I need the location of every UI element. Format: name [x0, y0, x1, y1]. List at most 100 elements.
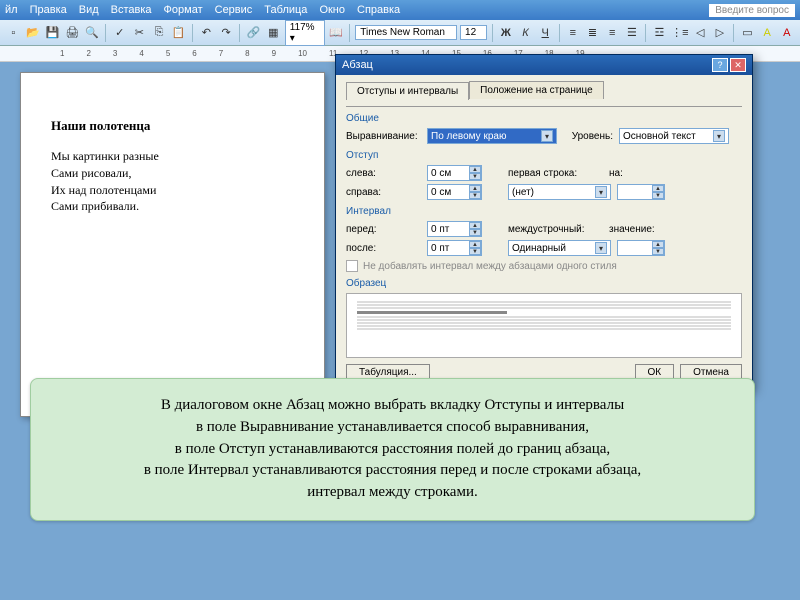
numlist-icon[interactable]: ⋮≡	[671, 24, 689, 42]
border-icon[interactable]: ▭	[739, 24, 756, 42]
value-input[interactable]: ▲▼	[617, 240, 665, 256]
align-left-icon[interactable]: ≡	[564, 24, 581, 42]
align-center-icon[interactable]: ≣	[584, 24, 601, 42]
up-icon[interactable]: ▲	[469, 241, 481, 248]
align-right-icon[interactable]: ≡	[604, 24, 621, 42]
level-label: Уровень:	[563, 131, 613, 142]
preview-box	[346, 293, 742, 358]
indent-left-input[interactable]: 0 см▲▼	[427, 165, 482, 181]
up-icon[interactable]: ▲	[652, 185, 664, 192]
dialog-titlebar[interactable]: Абзац ? ✕	[336, 55, 752, 75]
copy-icon[interactable]: ⎘	[151, 24, 168, 42]
paragraph-dialog: Абзац ? ✕ Отступы и интервалы Положение …	[335, 54, 753, 390]
first-on-input[interactable]: ▲▼	[617, 184, 665, 200]
section-preview: Образец	[346, 278, 742, 289]
dialog-title: Абзац	[342, 59, 373, 71]
down-icon[interactable]: ▼	[469, 229, 481, 236]
menu-help[interactable]: Справка	[357, 4, 400, 16]
new-icon[interactable]: ▫	[5, 24, 22, 42]
menu-service[interactable]: Сервис	[215, 4, 253, 16]
indent-right-input[interactable]: 0 см▲▼	[427, 184, 482, 200]
menu-window[interactable]: Окно	[319, 4, 345, 16]
explanation-callout: В диалоговом окне Абзац можно выбрать вк…	[30, 378, 755, 521]
down-icon[interactable]: ▼	[652, 192, 664, 199]
doc-line: Их над полотенцами	[51, 182, 294, 199]
separator	[349, 24, 350, 42]
on-label: на:	[609, 168, 634, 179]
underline-button[interactable]: Ч	[537, 24, 554, 42]
separator	[239, 24, 240, 42]
preview-icon[interactable]: 🔍	[84, 24, 101, 42]
level-dropdown[interactable]: Основной текст▾	[619, 128, 729, 144]
indent-left-label: слева:	[346, 168, 421, 179]
print-icon[interactable]: 🖨	[64, 24, 81, 42]
section-interval: Интервал	[346, 206, 742, 217]
undo-icon[interactable]: ↶	[198, 24, 215, 42]
down-icon[interactable]: ▼	[469, 173, 481, 180]
menu-insert[interactable]: Вставка	[111, 4, 152, 16]
before-label: перед:	[346, 224, 421, 235]
link-icon[interactable]: 🔗	[245, 24, 262, 42]
font-size-selector[interactable]: 12	[460, 25, 487, 40]
chevron-down-icon: ▾	[595, 242, 607, 254]
spell-icon[interactable]: ✓	[111, 24, 128, 42]
redo-icon[interactable]: ↷	[218, 24, 235, 42]
list-icon[interactable]: ☲	[651, 24, 668, 42]
font-family-selector[interactable]: Times New Roman	[355, 25, 457, 40]
read-icon[interactable]: 📖	[328, 24, 345, 42]
fontcolor-icon[interactable]: A	[779, 24, 796, 42]
menu-file[interactable]: йл	[5, 4, 18, 16]
tab-indents[interactable]: Отступы и интервалы	[346, 82, 469, 100]
down-icon[interactable]: ▼	[469, 248, 481, 255]
menu-format[interactable]: Формат	[164, 4, 203, 16]
cut-icon[interactable]: ✂	[131, 24, 148, 42]
up-icon[interactable]: ▲	[469, 166, 481, 173]
no-space-checkbox[interactable]	[346, 260, 358, 272]
chevron-down-icon: ▾	[713, 130, 725, 142]
save-icon[interactable]: 💾	[44, 24, 61, 42]
down-icon[interactable]: ▼	[469, 192, 481, 199]
help-icon[interactable]: ?	[712, 58, 728, 72]
indent-right-label: справа:	[346, 187, 421, 198]
first-line-dropdown[interactable]: (нет)▾	[508, 184, 611, 200]
no-space-label: Не добавлять интервал между абзацами одн…	[363, 261, 617, 272]
doc-line: Сами прибивали.	[51, 198, 294, 215]
down-icon[interactable]: ▼	[652, 248, 664, 255]
after-input[interactable]: 0 пт▲▼	[427, 240, 482, 256]
justify-icon[interactable]: ☰	[624, 24, 641, 42]
toolbar: ▫ 📂 💾 🖨 🔍 ✓ ✂ ⎘ 📋 ↶ ↷ 🔗 ▦ 117% ▾ 📖 Times…	[0, 20, 800, 46]
open-icon[interactable]: 📂	[25, 24, 42, 42]
menu-edit[interactable]: Правка	[30, 4, 67, 16]
menu-view[interactable]: Вид	[79, 4, 99, 16]
italic-button[interactable]: К	[517, 24, 534, 42]
line-spacing-dropdown[interactable]: Одинарный▾	[508, 240, 611, 256]
help-input[interactable]: Введите вопрос	[709, 4, 795, 17]
tab-position[interactable]: Положение на странице	[469, 81, 603, 99]
table-icon[interactable]: ▦	[265, 24, 282, 42]
up-icon[interactable]: ▲	[469, 222, 481, 229]
indent-icon[interactable]: ▷	[712, 24, 729, 42]
line-spacing-label: междустрочный:	[508, 224, 603, 235]
outdent-icon[interactable]: ◁	[692, 24, 709, 42]
up-icon[interactable]: ▲	[652, 241, 664, 248]
menubar: йл Правка Вид Вставка Формат Сервис Табл…	[0, 0, 800, 20]
chevron-down-icon: ▾	[595, 186, 607, 198]
after-label: после:	[346, 243, 421, 254]
first-line-label: первая строка:	[508, 168, 603, 179]
highlight-icon[interactable]: A	[759, 24, 776, 42]
section-general: Общие	[346, 113, 742, 124]
separator	[192, 24, 193, 42]
before-input[interactable]: 0 пт▲▼	[427, 221, 482, 237]
up-icon[interactable]: ▲	[469, 185, 481, 192]
document-page[interactable]: Наши полотенца Мы картинки разные Сами р…	[20, 72, 325, 417]
separator	[105, 24, 106, 42]
zoom-selector[interactable]: 117% ▾	[285, 20, 325, 46]
menu-table[interactable]: Таблица	[264, 4, 307, 16]
section-indent: Отступ	[346, 150, 742, 161]
close-icon[interactable]: ✕	[730, 58, 746, 72]
alignment-dropdown[interactable]: По левому краю▾	[427, 128, 557, 144]
paste-icon[interactable]: 📋	[170, 24, 187, 42]
doc-line: Сами рисовали,	[51, 165, 294, 182]
separator	[492, 24, 493, 42]
bold-button[interactable]: Ж	[497, 24, 514, 42]
